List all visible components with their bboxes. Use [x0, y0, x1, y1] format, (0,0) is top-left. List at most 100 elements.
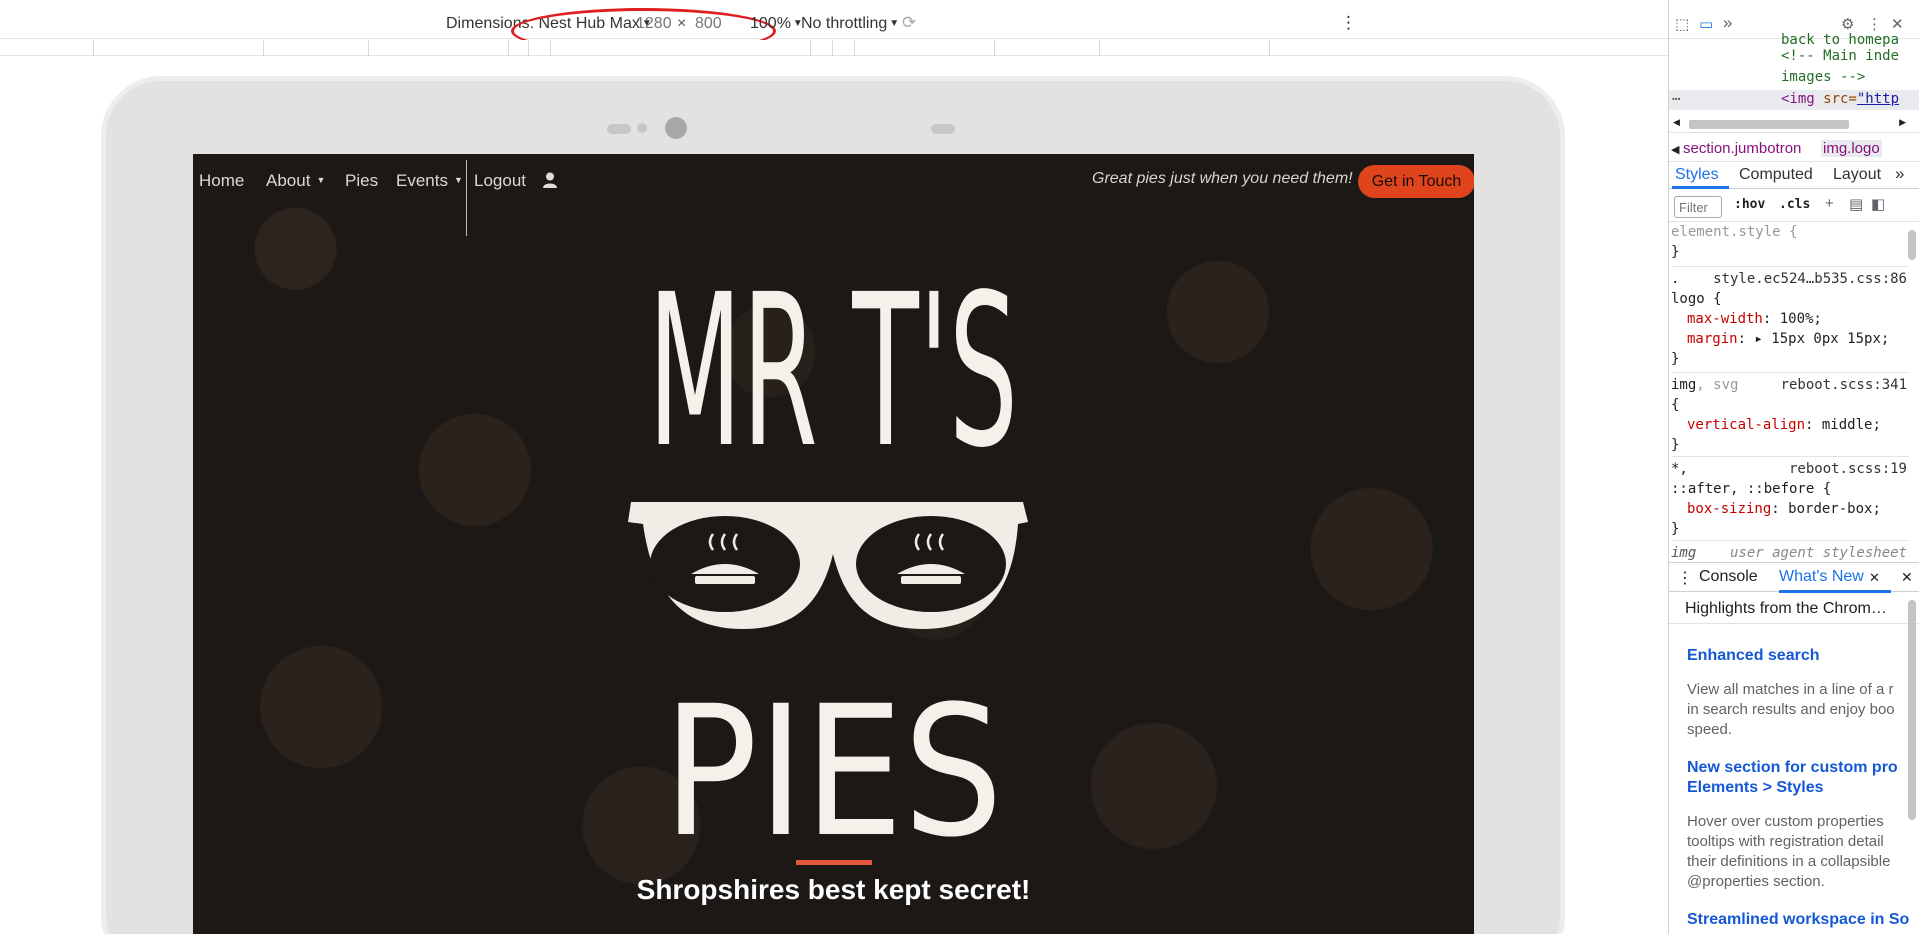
add-rule-icon[interactable]: +	[1825, 195, 1834, 212]
css-property[interactable]: margin	[1687, 331, 1738, 347]
whats-new-item-title[interactable]: Enhanced search	[1687, 646, 1820, 666]
devtools-panel: ⬚ ▭ » ⚙ ⋮ ✕ back to homepa <!-- Main ind…	[1668, 0, 1919, 934]
rule-selector[interactable]: .	[1671, 271, 1679, 287]
elements-line: back to homepa	[1781, 32, 1900, 48]
nav-divider	[466, 160, 467, 236]
breadcrumb-item[interactable]: section.jumbotron	[1683, 140, 1801, 157]
rule-open: {	[1671, 397, 1680, 413]
css-value[interactable]: : middle;	[1805, 417, 1881, 433]
css-value[interactable]: : border-box;	[1771, 501, 1881, 517]
throttling-dropdown[interactable]: No throttling ▼	[801, 15, 899, 33]
scroll-left-icon[interactable]: ◀	[1671, 143, 1679, 156]
horizontal-scrollbar[interactable]: ◀ ▶	[1669, 117, 1919, 133]
width-input[interactable]: 1280	[636, 15, 672, 33]
height-input[interactable]: 800	[695, 15, 722, 33]
whats-new-item-body: speed.	[1687, 721, 1733, 738]
rule-close: }	[1671, 244, 1680, 260]
whats-new-header-text: Highlights from the Chrom…	[1685, 600, 1887, 617]
hov-toggle[interactable]: :hov	[1734, 197, 1765, 212]
whats-new-panel: Highlights from the Chrom… Enhanced sear…	[1669, 592, 1919, 934]
emulated-page: Home About ▼ Pies Events ▼ Logout Great pi…	[193, 154, 1474, 934]
more-tabs-icon[interactable]: »	[1895, 164, 1904, 184]
site-navbar: Home About ▼ Pies Events ▼ Logout Great pi…	[193, 154, 1474, 236]
style-rule: *, reboot.scss:19 ::after, ::before { box…	[1671, 456, 1909, 539]
rule-source-link[interactable]: reboot.scss:341	[1781, 375, 1907, 395]
rule-selector-extra: , svg	[1696, 377, 1739, 393]
device-sensor	[637, 123, 647, 133]
more-options-icon[interactable]: ⋮	[1867, 15, 1882, 33]
styles-filter-bar: :hov .cls + ▤ ◧	[1669, 190, 1919, 222]
drawer-menu-icon[interactable]: ⋮	[1677, 568, 1693, 588]
styles-pane: element.style { } . style.ec524…b535.css:…	[1669, 222, 1909, 562]
close-tab-icon[interactable]: ✕	[1869, 570, 1880, 586]
ellipsis-icon[interactable]: …	[1672, 88, 1680, 104]
cls-toggle[interactable]: .cls	[1779, 197, 1810, 212]
nav-pies[interactable]: Pies	[345, 171, 378, 191]
breadcrumb-item[interactable]: img.logo	[1821, 140, 1882, 157]
get-in-touch-button[interactable]: Get in Touch	[1358, 165, 1474, 198]
device-toolbar: Dimensions: Nest Hub Max ▼ 1280 × 800 100…	[0, 8, 1668, 54]
tab-layout[interactable]: Layout	[1833, 166, 1881, 184]
css-value[interactable]: : 100%;	[1763, 311, 1822, 327]
user-icon	[542, 172, 557, 188]
nav-logout[interactable]: Logout	[474, 171, 557, 191]
tab-styles[interactable]: Styles	[1675, 166, 1719, 184]
rule-source: user agent stylesheet	[1729, 545, 1907, 561]
close-drawer-icon[interactable]: ✕	[1901, 569, 1913, 586]
css-property[interactable]: max-width	[1687, 311, 1763, 327]
scroll-right-icon[interactable]: ▶	[1899, 117, 1906, 128]
caret-down-icon: ▼	[316, 175, 326, 185]
rule-selector[interactable]: ::after, ::before {	[1671, 479, 1909, 499]
settings-icon[interactable]: ⚙	[1841, 15, 1854, 33]
inspect-element-icon[interactable]: ⬚	[1675, 15, 1689, 33]
whats-new-item-title[interactable]: Streamlined workspace in So	[1687, 910, 1909, 930]
whats-new-item-body: Hover over custom properties	[1687, 813, 1884, 830]
device-toggle-icon[interactable]: ▭	[1699, 15, 1713, 33]
throttling-label: No throttling	[801, 15, 888, 32]
elements-img-line[interactable]: <img src="http	[1781, 91, 1899, 107]
media-query-ruler[interactable]	[0, 40, 1668, 56]
rule-selector[interactable]: img	[1671, 377, 1696, 393]
nav-about[interactable]: About ▼	[266, 171, 325, 191]
rule-source-link[interactable]: style.ec524…b535.css:86	[1713, 269, 1907, 289]
rotate-icon[interactable]: ⟳	[902, 13, 916, 33]
whats-new-scrollbar[interactable]	[1908, 600, 1916, 820]
scrollbar-thumb[interactable]	[1908, 230, 1916, 260]
css-property[interactable]: box-sizing	[1687, 501, 1771, 517]
nav-events[interactable]: Events ▼	[396, 171, 463, 191]
rule-selector[interactable]: img	[1671, 545, 1696, 561]
sidebar-toggle-icon[interactable]: ◧	[1871, 195, 1885, 213]
hero-divider	[796, 860, 872, 865]
whats-new-item-title[interactable]: Elements > Styles	[1687, 778, 1824, 798]
rule-selector[interactable]: *,	[1671, 461, 1688, 477]
close-icon[interactable]: ✕	[1891, 15, 1904, 33]
scrollbar-thumb[interactable]	[1689, 120, 1849, 129]
rule-selector[interactable]: element.style {	[1671, 222, 1909, 242]
whats-new-item-body: View all matches in a line of a r	[1687, 681, 1894, 698]
css-property[interactable]: vertical-align	[1687, 417, 1805, 433]
more-tabs-icon[interactable]: »	[1723, 13, 1732, 33]
style-rule: element.style { }	[1671, 222, 1909, 262]
paint-icon[interactable]: ▤	[1849, 195, 1863, 213]
mr-ts-pies-logo: MR T'S PIES	[628, 250, 1028, 854]
styles-scrollbar[interactable]	[1908, 222, 1916, 552]
scroll-left-icon[interactable]: ◀	[1673, 117, 1680, 128]
rule-selector[interactable]: logo {	[1671, 289, 1909, 309]
rule-source-link[interactable]: reboot.scss:19	[1789, 459, 1907, 479]
more-options-icon[interactable]: ⋮	[1340, 13, 1357, 33]
css-value[interactable]: : ▸ 15px 0px 15px;	[1738, 331, 1890, 347]
caret-down-icon: ▼	[453, 175, 463, 185]
logo-text-pies: PIES	[663, 668, 1003, 854]
tab-whats-new[interactable]: What's New	[1779, 568, 1864, 586]
elements-tree: back to homepa <!-- Main inde images -->…	[1669, 32, 1919, 110]
img-src-link[interactable]: "http	[1857, 91, 1899, 107]
device-speaker	[931, 124, 955, 134]
device-speaker	[607, 124, 631, 134]
styles-filter-input[interactable]	[1674, 196, 1722, 218]
nav-home[interactable]: Home	[199, 171, 244, 191]
whats-new-item-title[interactable]: New section for custom pro	[1687, 758, 1898, 778]
zoom-dropdown[interactable]: 100% ▼	[750, 15, 803, 33]
tab-computed[interactable]: Computed	[1739, 166, 1813, 184]
tab-console[interactable]: Console	[1699, 568, 1758, 586]
style-rule: img, svg reboot.scss:341 { vertical-align…	[1671, 372, 1909, 455]
